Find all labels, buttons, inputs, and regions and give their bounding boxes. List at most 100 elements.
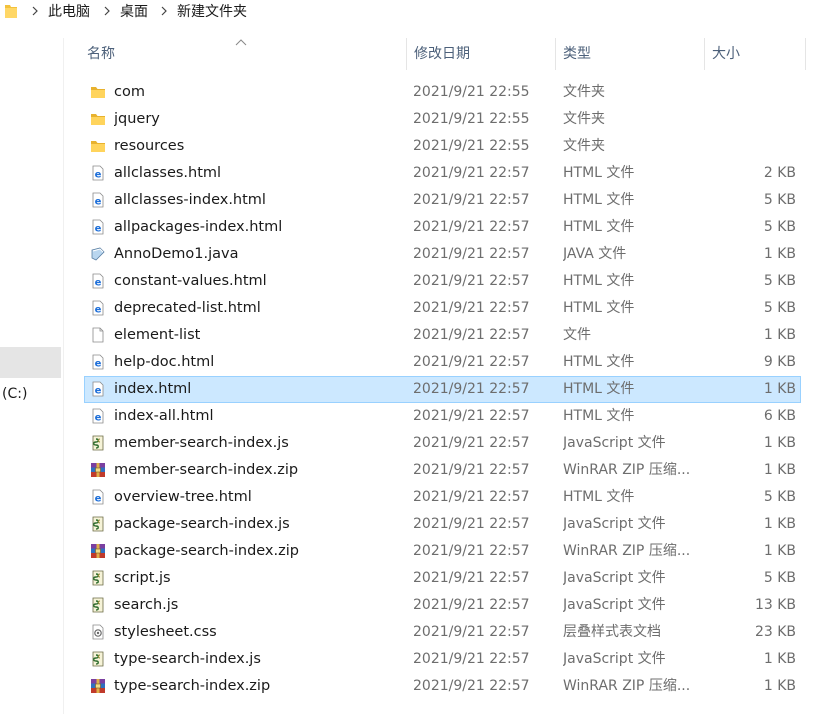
file-date-modified: 2021/9/21 22:55: [413, 138, 530, 154]
file-name: type-search-index.zip: [114, 678, 271, 694]
file-size: [704, 106, 796, 133]
sort-ascending-icon: [235, 39, 247, 46]
file-date-modified: 2021/9/21 22:57: [413, 381, 530, 397]
svg-text:e: e: [95, 170, 102, 181]
file-size: 1 KB: [763, 543, 796, 559]
file-row[interactable]: element-list 2021/9/21 22:57 文件 1 KB: [84, 322, 801, 349]
chevron-right-icon[interactable]: [159, 4, 169, 18]
html-file-icon: e: [90, 408, 106, 424]
folder-icon: [90, 84, 106, 100]
html-file-icon: e: [90, 300, 106, 316]
file-row[interactable]: stylesheet.css 2021/9/21 22:57 层叠样式表文档 23 K…: [84, 619, 801, 646]
file-name: script.js: [114, 570, 171, 586]
file-size: 5 KB: [763, 489, 796, 505]
file-size: 1 KB: [763, 381, 796, 397]
file-row[interactable]: e allclasses.html 2021/9/21 22:57 HTML 文件 2…: [84, 160, 801, 187]
file-name: stylesheet.css: [114, 624, 217, 640]
folder-icon: [90, 111, 106, 127]
html-file-icon: e: [90, 273, 106, 289]
file-size: 1 KB: [763, 516, 796, 532]
file-date-modified: 2021/9/21 22:57: [413, 624, 530, 640]
file-row[interactable]: search.js 2021/9/21 22:57 JavaScript 文件 13 …: [84, 592, 801, 619]
file-date-modified: 2021/9/21 22:57: [413, 435, 530, 451]
pane-divider[interactable]: [63, 38, 64, 714]
file-type: JavaScript 文件: [563, 435, 666, 451]
file-row[interactable]: AnnoDemo1.java 2021/9/21 22:57 JAVA 文件 1 KB: [84, 241, 801, 268]
file-name: element-list: [114, 327, 201, 343]
file-date-modified: 2021/9/21 22:57: [413, 408, 530, 424]
file-row[interactable]: script.js 2021/9/21 22:57 JavaScript 文件 5 K…: [84, 565, 801, 592]
winrar-zip-icon: [90, 543, 106, 559]
js-file-icon: [90, 435, 106, 451]
file-name: deprecated-list.html: [114, 300, 261, 316]
file-type: 层叠样式表文档: [563, 624, 661, 640]
file-date-modified: 2021/9/21 22:57: [413, 678, 530, 694]
file-date-modified: 2021/9/21 22:57: [413, 516, 530, 532]
column-separator[interactable]: [704, 38, 705, 70]
js-file-icon: [90, 570, 106, 586]
file-name: member-search-index.zip: [114, 462, 299, 478]
file-row[interactable]: member-search-index.zip 2021/9/21 22:57 Wi…: [84, 457, 801, 484]
file-row[interactable]: e index.html 2021/9/21 22:57 HTML 文件 1 KB: [84, 376, 801, 403]
column-separator[interactable]: [805, 38, 806, 70]
file-type: 文件夹: [563, 138, 605, 154]
file-row[interactable]: e allclasses-index.html 2021/9/21 22:57 HT…: [84, 187, 801, 214]
breadcrumb-this-pc[interactable]: 此电脑: [48, 2, 90, 22]
file-size: 1 KB: [763, 435, 796, 451]
file-name: help-doc.html: [114, 354, 215, 370]
column-separator[interactable]: [555, 38, 556, 70]
file-size: 2 KB: [763, 165, 796, 181]
file-row[interactable]: com 2021/9/21 22:55 文件夹: [84, 79, 801, 106]
column-separator[interactable]: [406, 38, 407, 70]
column-size[interactable]: 大小: [712, 38, 740, 70]
chevron-right-icon[interactable]: [102, 4, 112, 18]
breadcrumb-desktop[interactable]: 桌面: [120, 2, 148, 22]
file-row[interactable]: type-search-index.zip 2021/9/21 22:57 WinR…: [84, 673, 801, 700]
file-row[interactable]: package-search-index.zip 2021/9/21 22:57 W…: [84, 538, 801, 565]
file-date-modified: 2021/9/21 22:57: [413, 354, 530, 370]
file-date-modified: 2021/9/21 22:57: [413, 192, 530, 208]
file-row[interactable]: e deprecated-list.html 2021/9/21 22:57 HTM…: [84, 295, 801, 322]
file-date-modified: 2021/9/21 22:57: [413, 165, 530, 181]
column-type[interactable]: 类型: [563, 38, 591, 70]
column-name[interactable]: 名称: [87, 38, 115, 70]
file-type: HTML 文件: [563, 219, 635, 235]
file-type: WinRAR ZIP 压缩...: [563, 462, 691, 478]
svg-text:e: e: [95, 224, 102, 235]
file-name: index-all.html: [114, 408, 214, 424]
file-size: 6 KB: [763, 408, 796, 424]
file-type: HTML 文件: [563, 489, 635, 505]
nav-item-drive-c[interactable]: (C:): [2, 384, 27, 404]
file-row[interactable]: e constant-values.html 2021/9/21 22:57 HTM…: [84, 268, 801, 295]
breadcrumb-new-folder[interactable]: 新建文件夹: [177, 2, 247, 22]
html-file-icon: e: [90, 192, 106, 208]
file-row[interactable]: e allpackages-index.html 2021/9/21 22:57 H…: [84, 214, 801, 241]
file-name: allclasses.html: [114, 165, 222, 181]
file-row[interactable]: resources 2021/9/21 22:55 文件夹: [84, 133, 801, 160]
svg-text:e: e: [95, 386, 102, 397]
file-type: JavaScript 文件: [563, 516, 666, 532]
file-date-modified: 2021/9/21 22:57: [413, 543, 530, 559]
file-date-modified: 2021/9/21 22:57: [413, 651, 530, 667]
address-bar[interactable]: 此电脑 桌面 新建文件夹: [0, 0, 818, 24]
file-name: allclasses-index.html: [114, 192, 266, 208]
file-row[interactable]: jquery 2021/9/21 22:55 文件夹: [84, 106, 801, 133]
file-row[interactable]: e index-all.html 2021/9/21 22:57 HTML 文件 6 …: [84, 403, 801, 430]
file-row[interactable]: member-search-index.js 2021/9/21 22:57 Jav…: [84, 430, 801, 457]
file-size: 1 KB: [763, 462, 796, 478]
file-name: search.js: [114, 597, 179, 613]
file-row[interactable]: e overview-tree.html 2021/9/21 22:57 HTML …: [84, 484, 801, 511]
chevron-right-icon[interactable]: [30, 4, 40, 18]
file-date-modified: 2021/9/21 22:57: [413, 462, 530, 478]
file-row[interactable]: type-search-index.js 2021/9/21 22:57 JavaS…: [84, 646, 801, 673]
folder-icon: [90, 138, 106, 154]
java-file-icon: [90, 246, 106, 262]
js-file-icon: [90, 597, 106, 613]
file-type: JavaScript 文件: [563, 570, 666, 586]
file-size: 5 KB: [763, 192, 796, 208]
nav-item-selected[interactable]: [0, 347, 61, 378]
file-row[interactable]: package-search-index.js 2021/9/21 22:57 Ja…: [84, 511, 801, 538]
file-row[interactable]: e help-doc.html 2021/9/21 22:57 HTML 文件 9 K…: [84, 349, 801, 376]
file-date-modified: 2021/9/21 22:57: [413, 597, 530, 613]
column-date-modified[interactable]: 修改日期: [414, 38, 470, 70]
